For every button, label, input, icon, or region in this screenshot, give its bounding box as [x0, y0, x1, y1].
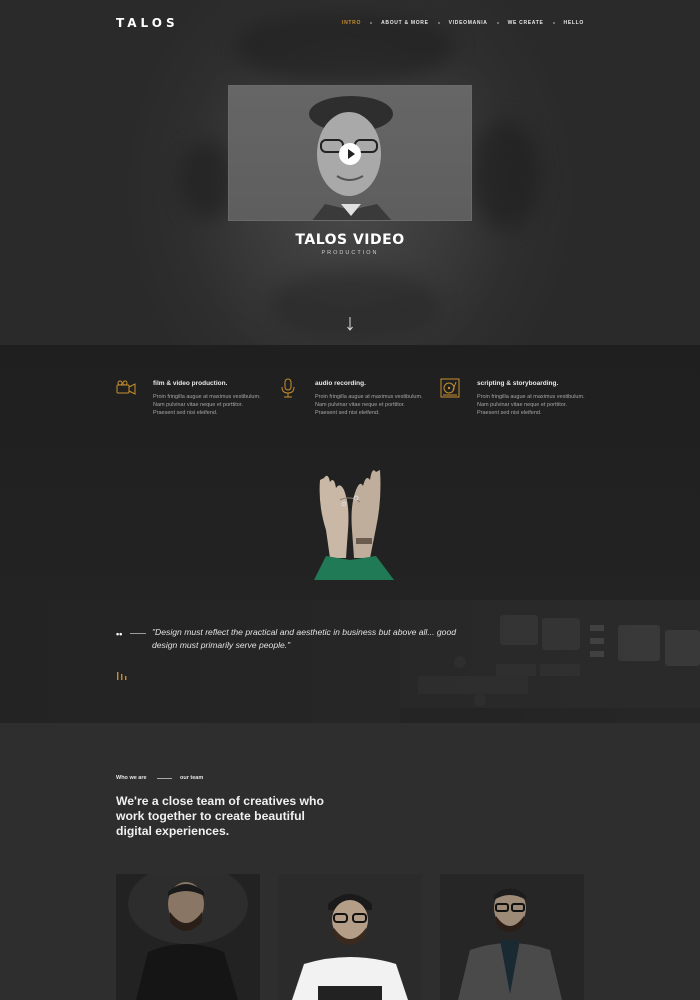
scroll-down-arrow-icon[interactable] [344, 316, 356, 332]
nav-item-about[interactable]: ABOUT & MORE [381, 20, 429, 26]
hero-background-smudge [470, 120, 540, 230]
microphone-icon [281, 378, 295, 398]
quote-divider [130, 633, 146, 634]
team-member-photo [440, 874, 584, 1000]
nav-separator [437, 22, 440, 24]
service-description: Proin fringilla augue at maximus vestibu… [315, 394, 423, 416]
service-description: Proin fringilla augue at maximus vestibu… [153, 394, 261, 416]
nav-item-hello[interactable]: HELLO [564, 20, 584, 26]
team-member-card[interactable] [440, 874, 584, 1000]
nav-item-we-create[interactable]: WE CREATE [508, 20, 544, 26]
play-button[interactable] [339, 143, 361, 165]
team-member-photo [116, 874, 260, 1000]
team-member-photo [278, 874, 422, 1000]
team-member-card[interactable] [278, 874, 422, 1000]
synthesizer-background-image [400, 600, 700, 723]
nav-separator [496, 22, 499, 24]
play-icon [347, 149, 355, 159]
video-camera-icon [116, 380, 136, 395]
hero-title: TALOS VIDEO [295, 232, 405, 248]
team-heading: We're a close team of creatives who work… [116, 794, 324, 838]
nav-separator [552, 22, 555, 24]
equalizer-icon [117, 672, 127, 680]
main-navigation: TALOS INTRO ABOUT & MORE VIDEOMANIA WE C… [116, 16, 584, 30]
quote-section: •• "Design must reflect the practical an… [0, 600, 700, 723]
team-label-left: Who we are [116, 775, 147, 781]
service-title: scripting & storyboarding. [477, 380, 559, 387]
team-label-divider [157, 778, 172, 779]
clasped-hands-image [314, 470, 394, 580]
team-label-right: our team [180, 775, 204, 781]
quote-text: "Design must reflect the practical and a… [152, 627, 457, 650]
services-section: film & video production. Proin fringilla… [0, 345, 700, 600]
team-section: Who we are our team We're a close team o… [0, 723, 700, 1000]
hero-section: TALOS INTRO ABOUT & MORE VIDEOMANIA WE C… [0, 0, 700, 345]
hero-subtitle: PRODUCTION [321, 250, 379, 256]
quote-marks: •• [116, 629, 123, 639]
nav-menu: INTRO ABOUT & MORE VIDEOMANIA WE CREATE … [342, 20, 584, 26]
nav-item-videomania[interactable]: VIDEOMANIA [449, 20, 488, 26]
service-title: film & video production. [153, 380, 228, 387]
team-member-card[interactable] [116, 874, 260, 1000]
nav-item-intro[interactable]: INTRO [342, 20, 361, 26]
turntable-icon [440, 378, 460, 398]
site-logo[interactable]: TALOS [116, 16, 179, 30]
nav-separator [370, 22, 373, 24]
service-description: Proin fringilla augue at maximus vestibu… [477, 394, 585, 416]
service-title: audio recording. [315, 380, 366, 387]
hero-background-smudge [180, 140, 235, 220]
video-player[interactable] [228, 85, 472, 221]
